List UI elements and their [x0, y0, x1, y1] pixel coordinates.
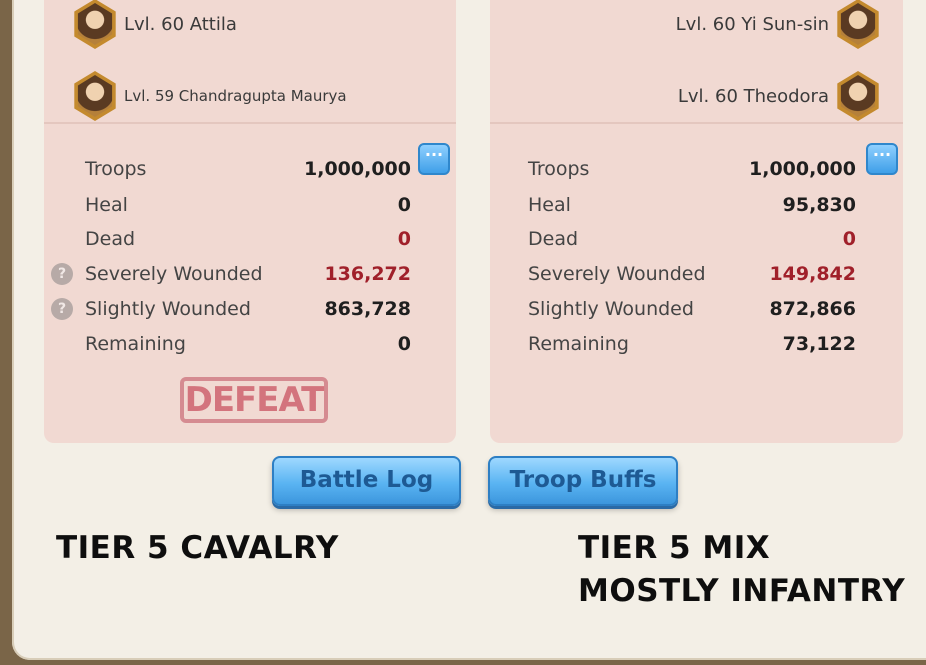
commander-name: Lvl. 60 Attila: [124, 13, 237, 35]
help-icon[interactable]: ?: [51, 298, 73, 320]
stat-label: Heal: [528, 194, 571, 216]
defeat-stamp: DEFEAT: [180, 377, 328, 423]
stat-label: Heal: [85, 194, 128, 216]
stat-label: Slightly Wounded: [85, 298, 251, 320]
stat-label: Remaining: [85, 333, 186, 355]
stat-label: Dead: [528, 228, 579, 250]
stat-value: 1,000,000: [749, 158, 856, 180]
stat-label: Severely Wounded: [85, 263, 263, 285]
troop-details-button[interactable]: ···: [866, 143, 898, 175]
secondary-commander[interactable]: Lvl. 59 Chandragupta Maurya: [72, 71, 347, 121]
stat-value: 95,830: [782, 194, 856, 216]
stat-value: 872,866: [769, 298, 856, 320]
battle-log-button[interactable]: Battle Log: [272, 456, 461, 506]
primary-commander[interactable]: Lvl. 60 Attila: [72, 0, 237, 49]
stat-value: 863,728: [324, 298, 411, 320]
right-caption-line1: TIER 5 MIX: [578, 530, 771, 566]
commander-name: Lvl. 60 Yi Sun-sin: [675, 13, 829, 35]
stat-value: 136,272: [324, 263, 411, 285]
secondary-commander[interactable]: Lvl. 60 Theodora: [678, 71, 881, 121]
troop-buffs-button[interactable]: Troop Buffs: [488, 456, 678, 506]
stat-value: 73,122: [782, 333, 856, 355]
left-caption: TIER 5 CAVALRY: [56, 530, 339, 566]
stat-value: 0: [397, 333, 411, 355]
divider: [44, 122, 456, 124]
stat-label: Troops: [528, 158, 590, 180]
defender-panel: Lvl. 60 Yi Sun-sin Lvl. 60 Theodora Troo…: [490, 0, 903, 443]
stat-label: Severely Wounded: [528, 263, 706, 285]
stat-label: Remaining: [528, 333, 629, 355]
commander-avatar-icon: [837, 0, 879, 49]
right-caption-line2: MOSTLY INFANTRY: [578, 573, 906, 609]
stat-label: Slightly Wounded: [528, 298, 694, 320]
stat-label: Dead: [85, 228, 136, 250]
commander-name: Lvl. 60 Theodora: [677, 85, 829, 107]
commander-avatar-icon: [74, 71, 116, 121]
stat-value: 0: [397, 228, 411, 250]
stat-value: 149,842: [769, 263, 856, 285]
help-icon[interactable]: ?: [51, 263, 73, 285]
stat-label: Troops: [85, 158, 147, 180]
stat-value: 1,000,000: [304, 158, 411, 180]
commander-avatar-icon: [837, 71, 879, 121]
troop-details-button[interactable]: ···: [418, 143, 450, 175]
divider: [490, 122, 903, 124]
commander-avatar-icon: [74, 0, 116, 49]
primary-commander[interactable]: Lvl. 60 Yi Sun-sin: [676, 0, 881, 49]
stat-value: 0: [397, 194, 411, 216]
stat-value: 0: [842, 228, 856, 250]
commander-name: Lvl. 59 Chandragupta Maurya: [124, 87, 347, 105]
